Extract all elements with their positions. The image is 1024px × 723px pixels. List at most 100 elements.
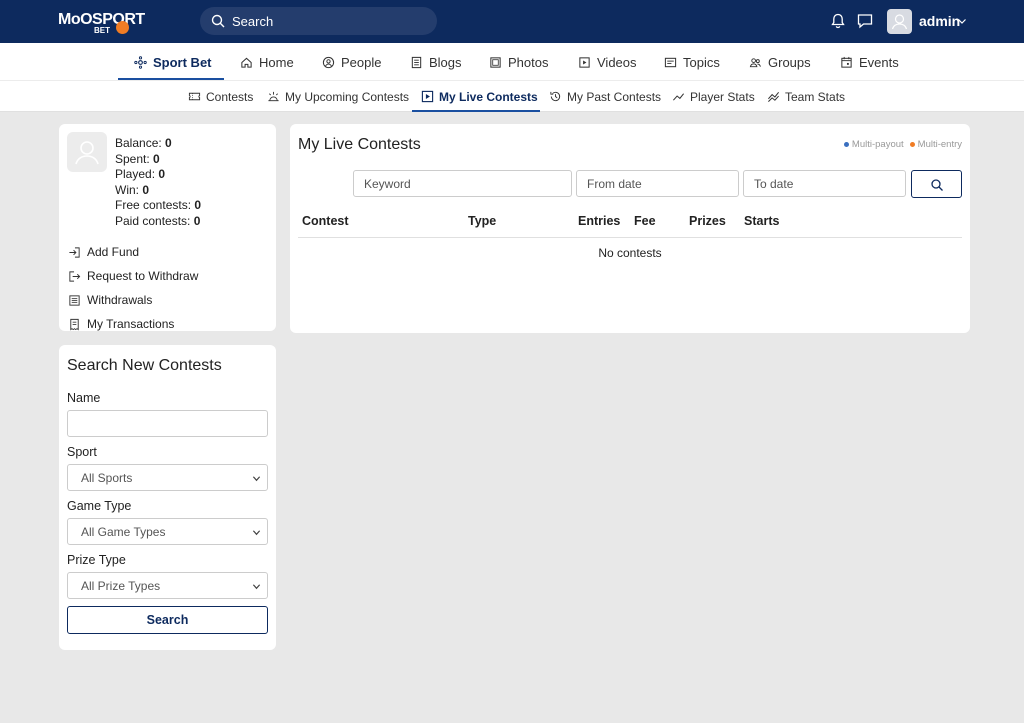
user-icon (891, 14, 908, 30)
receipt-icon (70, 318, 79, 331)
sport-select[interactable]: All Sports (67, 464, 268, 491)
subnav-item-team-stats[interactable]: Team Stats (767, 81, 845, 112)
chevron-down-icon[interactable] (957, 16, 967, 26)
nav-item-groups[interactable]: Groups (749, 43, 811, 81)
nav-label: Topics (683, 54, 720, 70)
legend-multi-payout: Multi-payout (843, 139, 904, 150)
my-transactions-link[interactable]: My Transactions (68, 312, 198, 336)
chart-lines-icon (768, 92, 780, 102)
logo[interactable]: MoOSPORT BET (58, 7, 145, 37)
play-icon (421, 90, 434, 103)
nav-label: Photos (508, 54, 549, 70)
nav-item-people[interactable]: People (322, 43, 381, 81)
nav-item-topics[interactable]: Topics (664, 43, 720, 81)
chat-icon[interactable] (856, 12, 874, 30)
keyword-input[interactable]: Keyword (353, 170, 572, 197)
win-label: Win: (115, 182, 139, 197)
user-icon (75, 141, 99, 165)
nav-label: Sport Bet (153, 54, 212, 70)
column-header-contest[interactable]: Contest (302, 214, 349, 228)
link-label: Request to Withdraw (87, 269, 199, 283)
legend-label: Multi-entry (917, 139, 962, 150)
to-date-input[interactable]: To date (743, 170, 906, 197)
ticket-icon (188, 92, 201, 101)
legend-dot (843, 142, 849, 147)
nav-item-home[interactable]: Home (240, 43, 294, 81)
link-label: Withdrawals (87, 293, 153, 307)
from-date-placeholder: From date (587, 176, 642, 191)
filter-search-button[interactable] (911, 170, 962, 198)
column-header-prizes[interactable]: Prizes (689, 214, 726, 228)
played-row: Played: 0 (115, 167, 201, 183)
subnav-label: Player Stats (690, 89, 755, 104)
nav-item-blogs[interactable]: Blogs (410, 43, 462, 81)
sport-bet-icon (134, 55, 147, 69)
search-contests-card: Search New Contests Name Sport All Sport… (59, 345, 276, 650)
search-contests-button[interactable]: Search (67, 606, 268, 634)
live-contests-card: My Live Contests Multi-payout Multi-entr… (290, 124, 970, 333)
column-header-type[interactable]: Type (468, 214, 496, 228)
photos-icon (490, 56, 501, 68)
sub-nav: Contests My Upcoming Contests My Live Co… (0, 81, 1024, 112)
spent-row: Spent: 0 (115, 152, 201, 168)
active-subnav-indicator (412, 110, 540, 112)
nav-label: Blogs (429, 54, 462, 70)
game-type-label: Game Type (67, 499, 132, 513)
add-fund-link[interactable]: Add Fund (68, 240, 198, 264)
link-label: My Transactions (87, 317, 175, 331)
keyword-placeholder: Keyword (364, 176, 411, 191)
nav-label: Home (259, 54, 294, 70)
subnav-item-contests[interactable]: Contests (188, 81, 253, 112)
account-stats: Balance: 0 Spent: 0 Played: 0 Win: 0 Fre… (115, 136, 201, 229)
global-search-input[interactable]: Search (200, 7, 437, 35)
nav-item-sport-bet[interactable]: Sport Bet (134, 43, 212, 81)
game-type-select[interactable]: All Game Types (67, 518, 268, 545)
column-header-fee[interactable]: Fee (634, 214, 656, 228)
active-nav-indicator (118, 78, 224, 80)
subnav-item-upcoming[interactable]: My Upcoming Contests (267, 81, 409, 112)
empty-state-message: No contests (598, 246, 662, 260)
free-contests-label: Free contests: (115, 198, 192, 212)
chevron-down-icon (252, 530, 261, 536)
prize-type-select[interactable]: All Prize Types (67, 572, 268, 599)
sport-label: Sport (67, 445, 97, 459)
nav-item-photos[interactable]: Photos (489, 43, 548, 81)
user-name[interactable]: admin (919, 13, 960, 29)
logo-subtext: BET (94, 26, 110, 35)
bell-icon[interactable] (829, 12, 847, 30)
column-header-starts[interactable]: Starts (744, 214, 779, 228)
subnav-label: My Past Contests (567, 89, 662, 104)
search-contests-title: Search New Contests (67, 357, 222, 374)
account-avatar (67, 132, 107, 172)
subnav-label: Contests (206, 89, 254, 104)
list-icon (69, 294, 80, 306)
request-withdraw-link[interactable]: Request to Withdraw (68, 264, 198, 288)
column-header-entries[interactable]: Entries (578, 214, 620, 228)
subnav-item-player-stats[interactable]: Player Stats (672, 81, 755, 112)
free-contests-value: 0 (194, 198, 202, 212)
live-contests-title: My Live Contests (298, 136, 421, 153)
prize-type-label: Prize Type (67, 553, 126, 567)
nav-item-videos[interactable]: Videos (578, 43, 637, 81)
blogs-icon (411, 56, 422, 68)
history-icon (550, 91, 561, 102)
legend-dot (909, 142, 915, 147)
subnav-item-live[interactable]: My Live Contests (421, 81, 538, 112)
to-date-placeholder: To date (754, 176, 794, 191)
withdrawals-link[interactable]: Withdrawals (68, 288, 198, 312)
subnav-item-past[interactable]: My Past Contests (549, 81, 661, 112)
played-value: 0 (158, 167, 166, 181)
logout-icon (69, 270, 81, 282)
spent-label: Spent: (115, 151, 150, 166)
game-type-select-value: All Game Types (81, 524, 166, 539)
chevron-down-icon (252, 584, 261, 590)
user-avatar[interactable] (887, 9, 912, 34)
name-input[interactable] (67, 410, 268, 437)
chevron-down-icon (252, 476, 261, 482)
win-value: 0 (142, 182, 150, 197)
home-icon (241, 57, 252, 68)
from-date-input[interactable]: From date (576, 170, 739, 197)
table-header-divider (298, 237, 962, 238)
nav-item-events[interactable]: Events (840, 43, 899, 81)
subnav-label: My Live Contests (439, 89, 538, 104)
